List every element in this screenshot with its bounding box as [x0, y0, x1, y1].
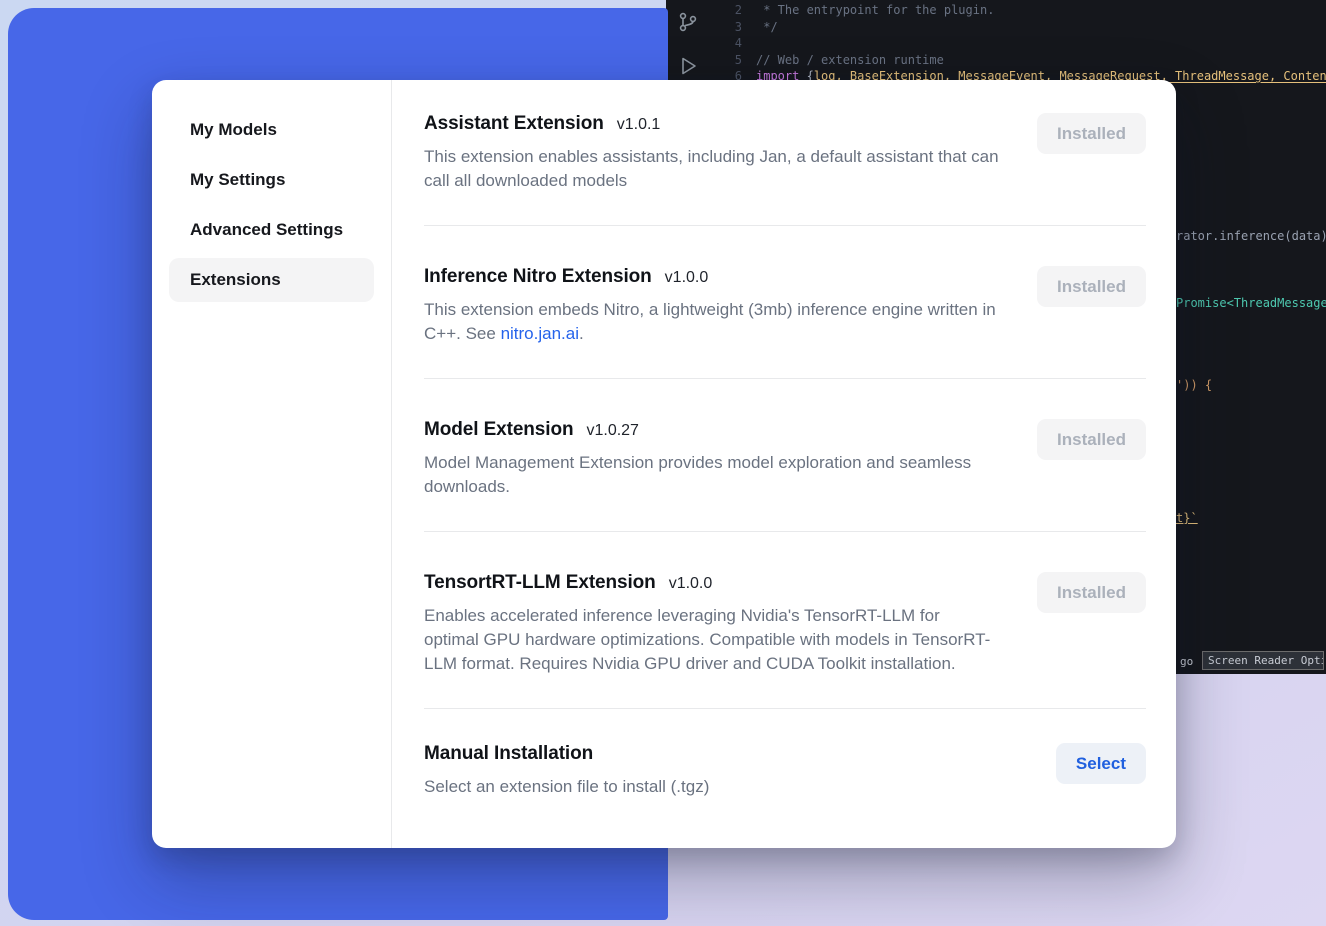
nitro-jan-ai-link[interactable]: nitro.jan.ai: [501, 324, 579, 343]
extension-description: Enables accelerated inference leveraging…: [424, 604, 999, 676]
line-number: 2: [716, 2, 742, 19]
extensions-list: Assistant Extension v1.0.1 This extensio…: [392, 80, 1176, 848]
extension-info: Inference Nitro Extension v1.0.0 This ex…: [424, 266, 999, 346]
extension-description: This extension embeds Nitro, a lightweig…: [424, 298, 999, 346]
description-text: .: [579, 324, 584, 343]
select-file-button[interactable]: Select: [1056, 743, 1146, 784]
code-comment: * The entrypoint for the plugin.: [756, 3, 994, 17]
run-debug-icon[interactable]: [676, 54, 700, 78]
extension-row-assistant: Assistant Extension v1.0.1 This extensio…: [424, 80, 1146, 226]
code-fragment: Promise<ThreadMessage>: [1176, 296, 1326, 310]
sidebar-item-my-models[interactable]: My Models: [169, 108, 374, 152]
manual-installation-row: Manual Installation Select an extension …: [424, 709, 1146, 831]
code-fragment: ')) {: [1176, 378, 1212, 392]
installed-button[interactable]: Installed: [1037, 113, 1146, 154]
extension-version: v1.0.0: [669, 575, 713, 593]
extension-title-line: TensortRT-LLM Extension v1.0.0: [424, 572, 999, 594]
sidebar-item-my-settings[interactable]: My Settings: [169, 158, 374, 202]
code-comment: */: [756, 20, 778, 34]
code-fragment: t}`: [1176, 511, 1198, 525]
extension-row-inference-nitro: Inference Nitro Extension v1.0.0 This ex…: [424, 226, 1146, 379]
code-comment: // Web / extension runtime: [756, 53, 944, 67]
code-line: 5 // Web / extension runtime: [716, 52, 1326, 69]
extension-name: Assistant Extension: [424, 113, 604, 135]
extension-title-line: Manual Installation: [424, 743, 709, 765]
extension-version: v1.0.1: [617, 116, 661, 134]
manual-installation-description: Select an extension file to install (.tg…: [424, 775, 709, 799]
extension-name: TensortRT-LLM Extension: [424, 572, 656, 594]
screen-reader-optimize-button[interactable]: Screen Reader Optimize: [1202, 651, 1324, 670]
line-number: 3: [716, 19, 742, 36]
settings-modal: My Models My Settings Advanced Settings …: [152, 80, 1176, 848]
extension-row-model: Model Extension v1.0.27 Model Management…: [424, 379, 1146, 532]
sidebar-item-advanced-settings[interactable]: Advanced Settings: [169, 208, 374, 252]
extension-info: TensortRT-LLM Extension v1.0.0 Enables a…: [424, 572, 999, 676]
extension-info: Model Extension v1.0.27 Model Management…: [424, 419, 999, 499]
installed-button[interactable]: Installed: [1037, 572, 1146, 613]
manual-installation-title: Manual Installation: [424, 743, 593, 765]
settings-sidebar: My Models My Settings Advanced Settings …: [152, 80, 392, 848]
sidebar-item-extensions[interactable]: Extensions: [169, 258, 374, 302]
code-line: 2 * The entrypoint for the plugin.: [716, 2, 1326, 19]
line-number: 4: [716, 35, 742, 52]
extension-description: This extension enables assistants, inclu…: [424, 145, 999, 193]
extension-version: v1.0.0: [665, 269, 709, 287]
extension-description: Model Management Extension provides mode…: [424, 451, 999, 499]
extension-title-line: Assistant Extension v1.0.1: [424, 113, 999, 135]
code-line: 3 */: [716, 19, 1326, 36]
extension-title-line: Inference Nitro Extension v1.0.0: [424, 266, 999, 288]
extension-name: Model Extension: [424, 419, 573, 441]
extension-name: Inference Nitro Extension: [424, 266, 652, 288]
status-text: go: [1180, 655, 1193, 668]
installed-button[interactable]: Installed: [1037, 419, 1146, 460]
extension-info: Manual Installation Select an extension …: [424, 743, 709, 799]
extension-version: v1.0.27: [586, 422, 638, 440]
source-control-icon[interactable]: [676, 10, 700, 34]
code-area[interactable]: 2 * The entrypoint for the plugin. 3 */ …: [716, 2, 1326, 85]
extension-title-line: Model Extension v1.0.27: [424, 419, 999, 441]
extension-info: Assistant Extension v1.0.1 This extensio…: [424, 113, 999, 193]
installed-button[interactable]: Installed: [1037, 266, 1146, 307]
code-line: 4: [716, 35, 1326, 52]
line-number: 5: [716, 52, 742, 69]
extension-row-tensorrt-llm: TensortRT-LLM Extension v1.0.0 Enables a…: [424, 532, 1146, 709]
code-fragment: rator.inference(data));: [1176, 229, 1326, 243]
